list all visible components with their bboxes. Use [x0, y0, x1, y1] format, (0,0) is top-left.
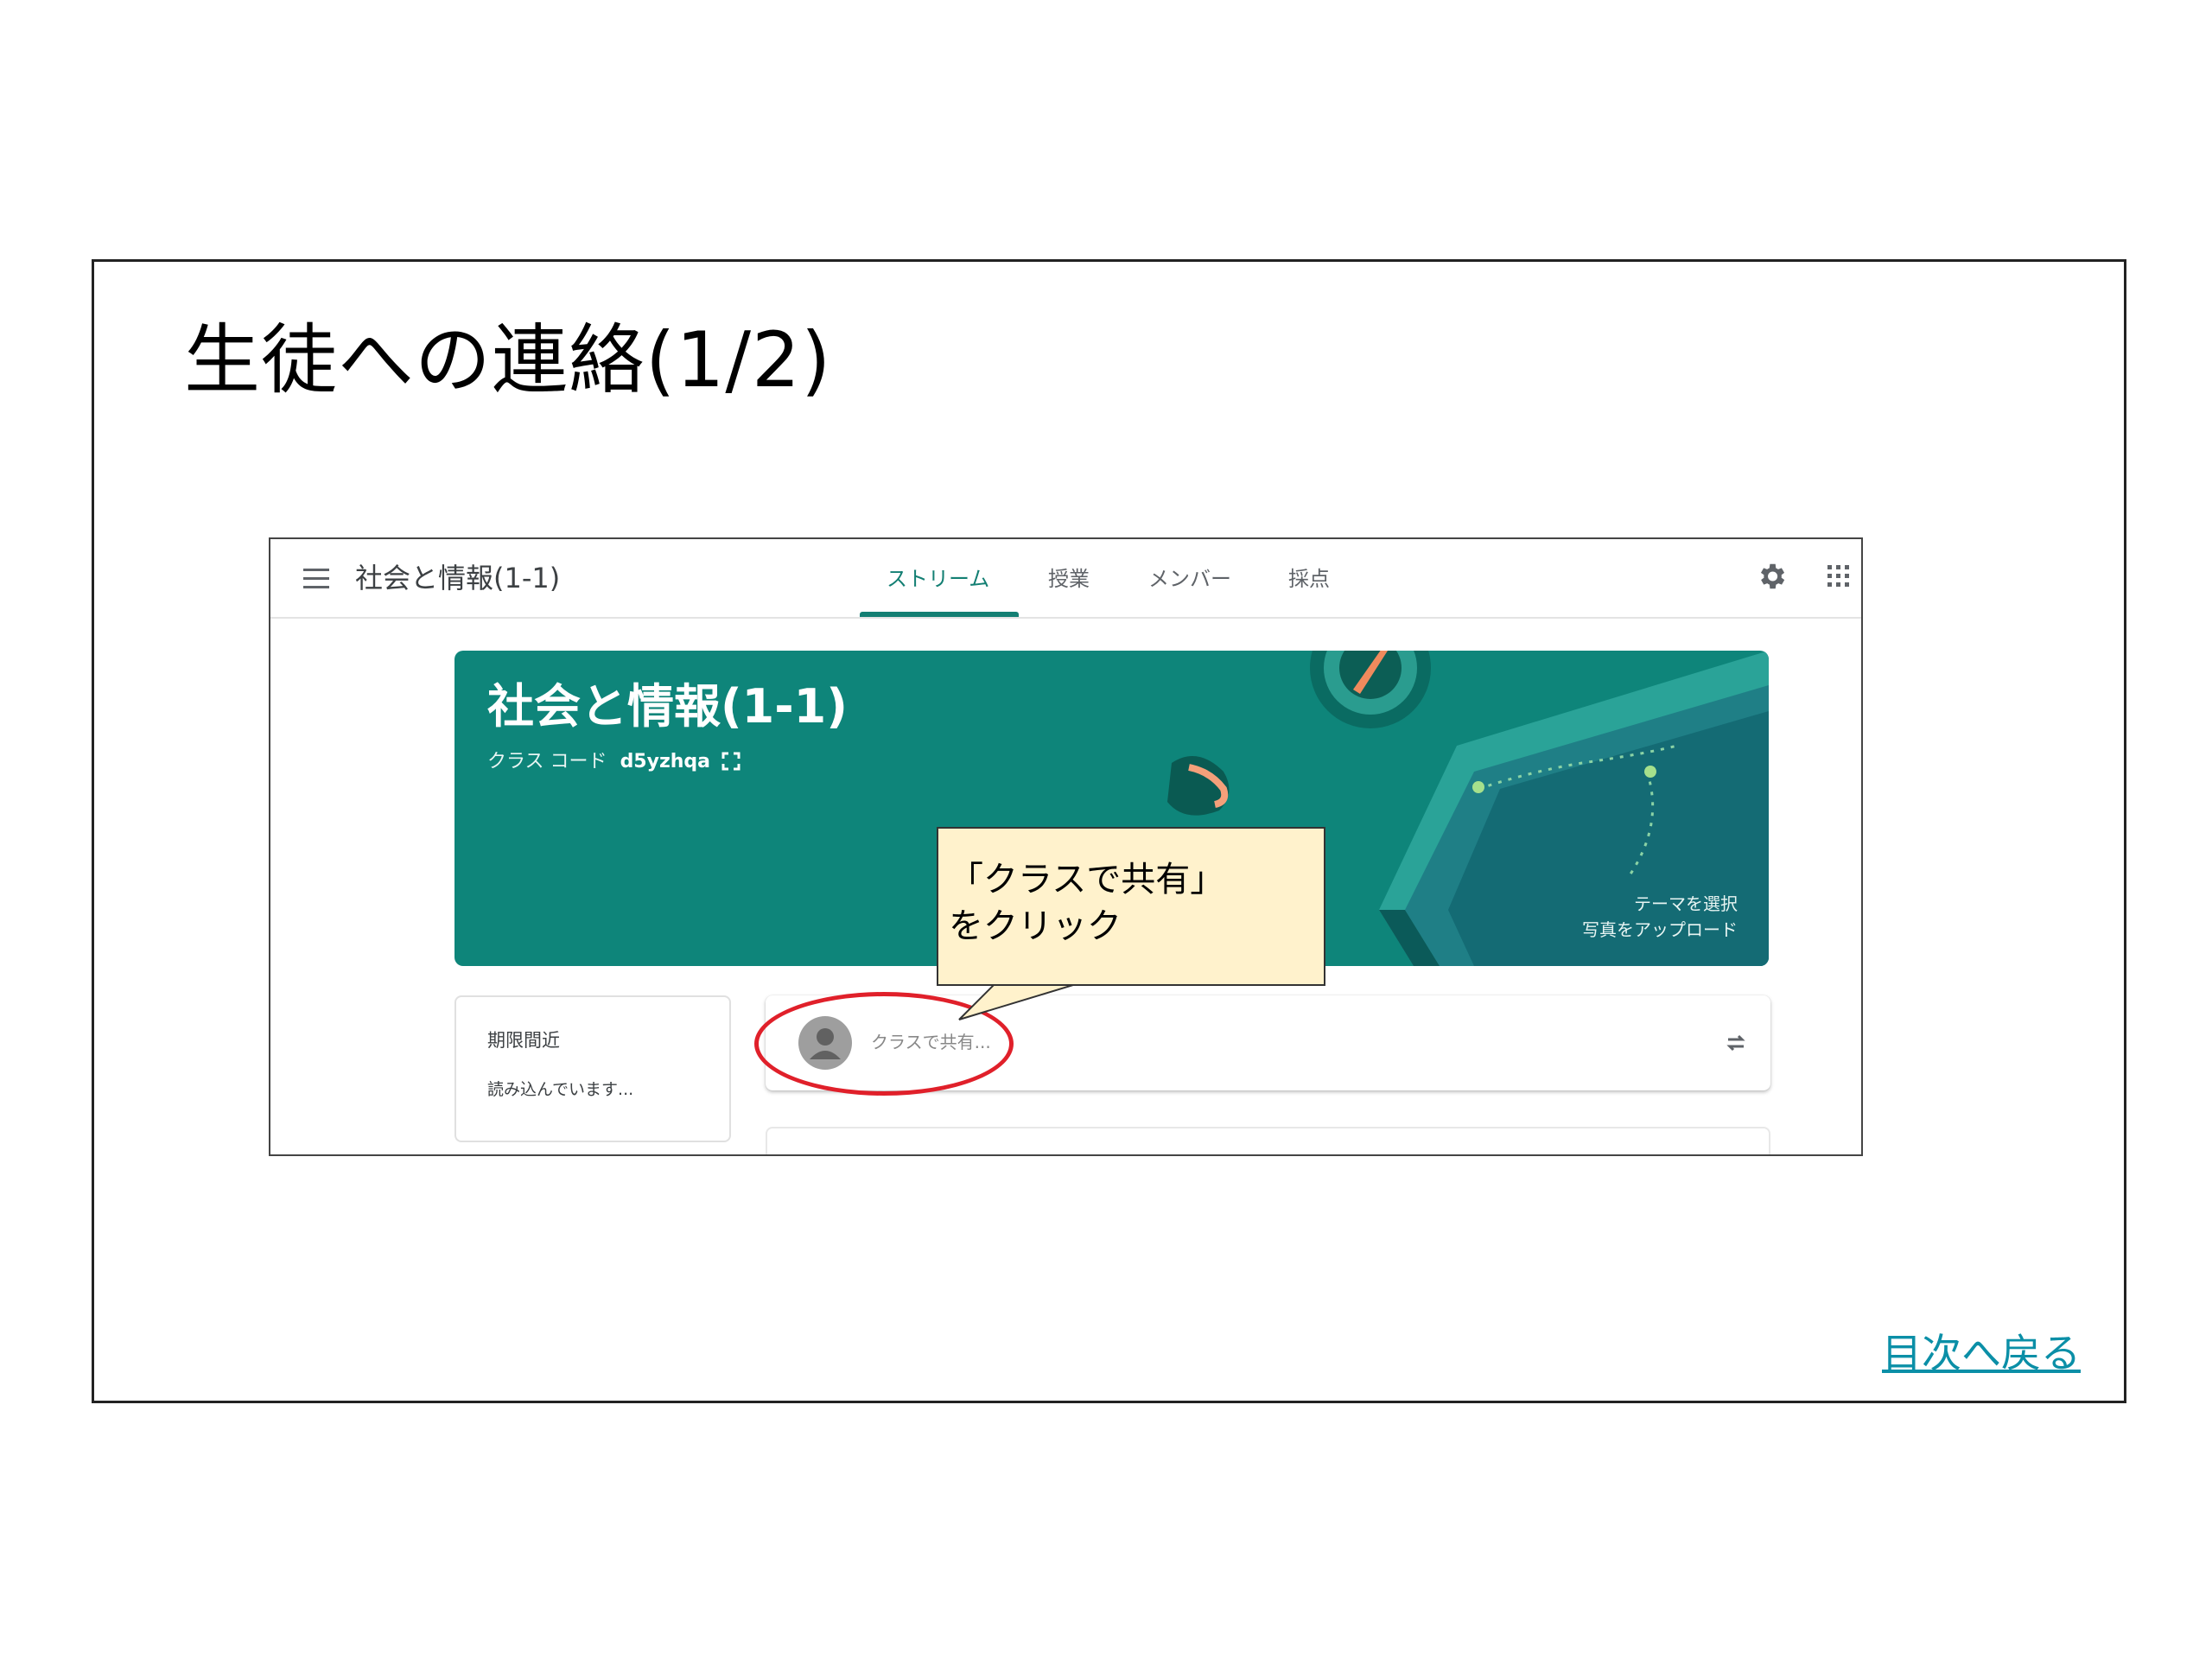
upcoming-title: 期限間近 [487, 1030, 560, 1051]
tab-stream[interactable]: ストリーム [887, 560, 989, 598]
header-class-name[interactable]: 社会と情報(1-1) [355, 556, 560, 600]
classroom-header: 社会と情報(1-1) ストリーム 授業 メンバー 採点 [270, 539, 1861, 619]
class-code-label: クラス コード [487, 751, 607, 772]
select-theme-link[interactable]: テーマを選択 [1582, 891, 1738, 917]
class-code: クラス コード d5yzhqa [487, 747, 741, 777]
banner-links: テーマを選択 写真をアップロード [1582, 891, 1738, 943]
menu-icon[interactable] [303, 569, 329, 589]
callout-text: 「クラスで共有」 をクリック [949, 856, 1224, 950]
repost-icon[interactable] [1723, 1030, 1749, 1056]
upload-photo-link[interactable]: 写真をアップロード [1582, 917, 1738, 943]
slide-title: 生徒への連絡(1/2) [184, 315, 832, 404]
tab-people[interactable]: メンバー [1148, 560, 1231, 598]
tab-classwork[interactable]: 授業 [1048, 560, 1090, 598]
avatar-icon [798, 1016, 852, 1070]
apps-icon[interactable] [1826, 563, 1852, 589]
active-tab-indicator [860, 612, 1019, 617]
upcoming-status: 読み込んでいます... [487, 1080, 634, 1099]
callout-line1: 「クラスで共有」 [949, 860, 1225, 899]
callout-line2: をクリック [949, 906, 1122, 946]
banner-class-title: 社会と情報(1-1) [487, 679, 848, 734]
upcoming-card: 期限間近 読み込んでいます... [454, 995, 731, 1142]
stream-post-card [766, 1127, 1770, 1154]
gear-icon[interactable] [1755, 560, 1788, 593]
instruction-callout: 「クラスで共有」 をクリック [937, 827, 1325, 986]
tab-grades[interactable]: 採点 [1288, 560, 1330, 598]
share-placeholder[interactable]: クラスで共有... [871, 1028, 991, 1053]
back-to-toc-link[interactable]: 目次へ戻る [1882, 1327, 2081, 1379]
class-code-value: d5yzhqa [620, 751, 711, 772]
fullscreen-icon[interactable] [721, 752, 741, 771]
share-with-class-box[interactable]: クラスで共有... [766, 995, 1770, 1090]
